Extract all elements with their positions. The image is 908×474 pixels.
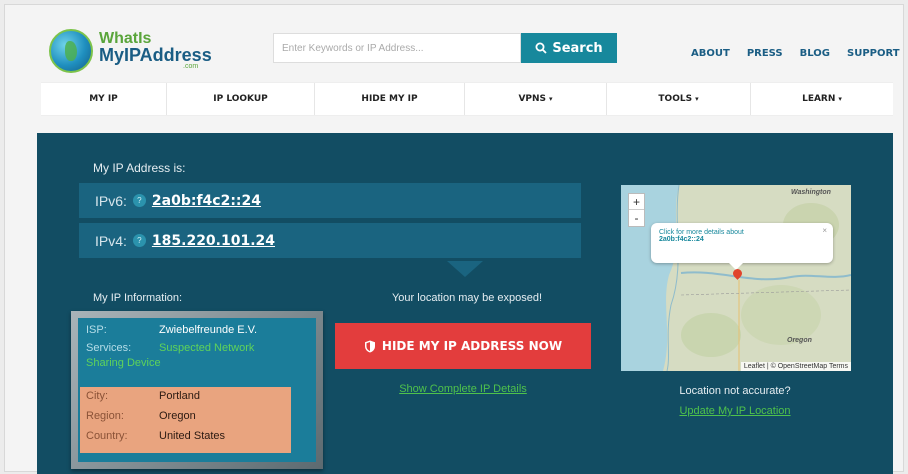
region-value: Oregon	[159, 410, 196, 422]
chevron-down-icon: ▾	[549, 95, 553, 103]
ip-box-pointer	[447, 261, 483, 277]
services-row: Services: Suspected Network	[86, 342, 254, 354]
globe-logo-icon	[49, 29, 93, 73]
popup-text: Click for more details about	[659, 229, 744, 236]
popup-close-icon[interactable]: ×	[822, 226, 827, 235]
popup-ip[interactable]: 2a0b:f4c2::24	[659, 236, 825, 243]
country-row: Country: United States	[86, 430, 225, 442]
update-location-link[interactable]: Update My IP Location	[627, 405, 843, 417]
isp-value: Zwiebelfreunde E.V.	[159, 324, 258, 336]
top-links: ABOUT PRESS BLOG SUPPORT	[691, 48, 900, 59]
nav-tools[interactable]: TOOLS ▾	[607, 83, 751, 115]
hide-ip-button-label: HIDE MY IP ADDRESS NOW	[381, 339, 563, 353]
ip-panel: My IP Address is: IPv6: ? 2a0b:f4c2::24 …	[37, 133, 893, 474]
services-label: Services:	[86, 342, 132, 354]
services-row-cont: Sharing Device	[86, 357, 161, 369]
location-map[interactable]: Washington Oregon + - Click for more det…	[621, 185, 851, 371]
nav-label: LEARN	[802, 94, 836, 104]
map-label-washington: Washington	[791, 189, 831, 196]
show-details-link[interactable]: Show Complete IP Details	[377, 383, 549, 395]
region-label: Region:	[86, 410, 124, 422]
isp-label: ISP:	[86, 324, 107, 336]
shield-icon	[364, 340, 375, 352]
zoom-in-button[interactable]: +	[629, 194, 644, 210]
nav-label: HIDE MY IP	[361, 94, 418, 104]
map-zoom-control: + -	[628, 193, 645, 227]
region-row: Region: Oregon	[86, 410, 196, 422]
info-heading: My IP Information:	[93, 292, 183, 304]
search-button-label: Search	[552, 40, 603, 56]
chevron-down-icon: ▾	[695, 95, 699, 103]
ip-info-card: ISP: Zwiebelfreunde E.V. Services: Suspe…	[71, 311, 323, 469]
nav-hide-my-ip[interactable]: HIDE MY IP	[315, 83, 465, 115]
help-icon[interactable]: ?	[132, 194, 146, 207]
chevron-down-icon: ▾	[838, 95, 842, 103]
nav-learn[interactable]: LEARN ▾	[751, 83, 893, 115]
country-label: Country:	[86, 430, 128, 442]
services-link-cont[interactable]: Sharing Device	[86, 357, 161, 369]
city-row: City: Portland	[86, 390, 200, 402]
link-support[interactable]: SUPPORT	[847, 48, 900, 59]
nav-label: VPNS	[518, 94, 547, 104]
location-question: Location not accurate?	[679, 385, 791, 397]
ipv4-row: IPv4: ? 185.220.101.24	[79, 223, 581, 258]
ipv6-label: IPv6:	[95, 192, 127, 209]
map-popup[interactable]: Click for more details about 2a0b:f4c2::…	[651, 223, 833, 263]
ip-heading: My IP Address is:	[93, 161, 186, 175]
nav-my-ip[interactable]: MY IP	[41, 83, 167, 115]
page-frame: WhatIs MyIPAddress .com Search ABOUT PRE…	[4, 4, 904, 474]
search-input[interactable]	[273, 33, 521, 63]
nav-label: MY IP	[89, 94, 118, 104]
logo-line2: MyIPAddress	[99, 45, 212, 65]
logo-text: WhatIs MyIPAddress .com	[99, 31, 212, 71]
link-press[interactable]: PRESS	[747, 48, 783, 59]
services-link[interactable]: Suspected Network	[159, 342, 254, 354]
search-icon	[535, 42, 547, 54]
ipv4-value[interactable]: 185.220.101.24	[152, 233, 275, 249]
exposed-warning: Your location may be exposed!	[391, 292, 543, 304]
location-block: City: Portland Region: Oregon Country: U…	[80, 387, 291, 453]
nav-ip-lookup[interactable]: IP LOOKUP	[167, 83, 315, 115]
hide-ip-button[interactable]: HIDE MY IP ADDRESS NOW	[335, 323, 591, 369]
nav-vpns[interactable]: VPNS ▾	[465, 83, 607, 115]
main-nav: MY IP IP LOOKUP HIDE MY IP VPNS ▾ TOOLS ▾ …	[41, 82, 893, 116]
ipv6-value[interactable]: 2a0b:f4c2::24	[152, 193, 261, 209]
ip-info-inner: ISP: Zwiebelfreunde E.V. Services: Suspe…	[78, 318, 316, 462]
site-logo[interactable]: WhatIs MyIPAddress .com	[49, 29, 212, 73]
city-label: City:	[86, 390, 108, 402]
map-attribution[interactable]: Leaflet | © OpenStreetMap Terms	[740, 362, 851, 371]
search-button[interactable]: Search	[521, 33, 617, 63]
link-blog[interactable]: BLOG	[800, 48, 830, 59]
country-value: United States	[159, 430, 226, 442]
isp-row: ISP: Zwiebelfreunde E.V.	[86, 324, 257, 336]
nav-label: IP LOOKUP	[213, 94, 268, 104]
ipv4-label: IPv4:	[95, 232, 127, 249]
zoom-out-button[interactable]: -	[629, 210, 644, 226]
nav-label: TOOLS	[658, 94, 693, 104]
map-label-oregon: Oregon	[787, 337, 812, 344]
help-icon[interactable]: ?	[132, 234, 146, 247]
city-value: Portland	[159, 390, 200, 402]
ipv6-row: IPv6: ? 2a0b:f4c2::24	[79, 183, 581, 218]
link-about[interactable]: ABOUT	[691, 48, 730, 59]
